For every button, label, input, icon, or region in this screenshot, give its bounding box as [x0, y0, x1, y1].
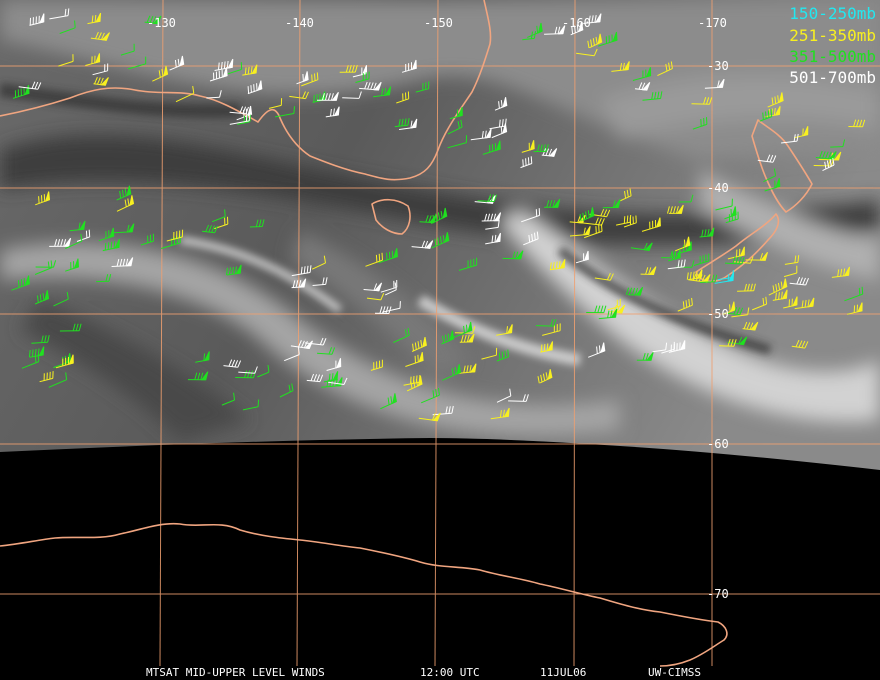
longitude-label: -130: [147, 16, 176, 30]
footer-source: UW-CIMSS: [648, 666, 701, 679]
water-vapor-imagery: [0, 0, 880, 470]
latitude-label: -30: [707, 59, 729, 73]
latitude-label: -70: [707, 587, 729, 601]
legend-item-150-250mb: 150-250mb: [789, 4, 876, 23]
latitude-label: -40: [707, 181, 729, 195]
footer-product: MTSAT MID-UPPER LEVEL WINDS: [146, 666, 325, 679]
satellite-wind-map: [0, 0, 880, 680]
longitude-label: -160: [562, 16, 591, 30]
footer-date: 11JUL06: [540, 666, 587, 679]
legend-item-351-500mb: 351-500mb: [789, 47, 876, 66]
latitude-label: -50: [707, 307, 729, 321]
latitude-label: -60: [707, 437, 729, 451]
longitude-label: -140: [285, 16, 314, 30]
legend-item-251-350mb: 251-350mb: [789, 26, 876, 45]
footer: MTSAT MID-UPPER LEVEL WINDS 12:00 UTC 11…: [0, 666, 880, 680]
legend-item-501-700mb: 501-700mb: [789, 68, 876, 87]
longitude-label: -150: [424, 16, 453, 30]
footer-time: 12:00 UTC: [420, 666, 480, 679]
longitude-label: -170: [698, 16, 727, 30]
